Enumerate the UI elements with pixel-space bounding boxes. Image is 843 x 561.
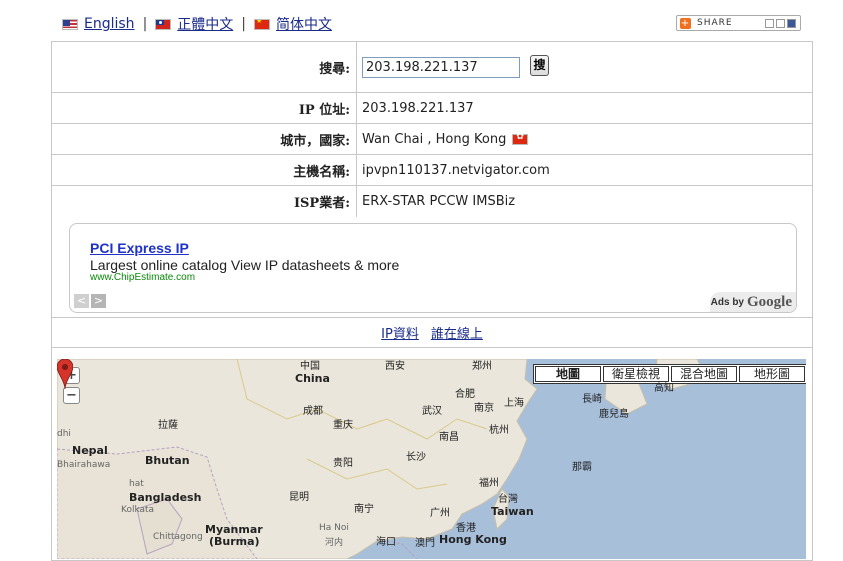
us-flag-icon	[62, 18, 78, 30]
map-label: 福州	[479, 478, 499, 489]
hk-flag-icon	[512, 132, 529, 145]
map-label: 昆明	[289, 492, 309, 503]
map-label: 澳門	[415, 538, 435, 549]
city-value: Wan Chai , Hong Kong	[362, 131, 507, 147]
map-label: Chittagong	[153, 532, 203, 542]
map-label: 海口	[376, 537, 396, 548]
lang-separator: |	[142, 16, 148, 32]
links-row: IP資料 誰在線上	[52, 317, 812, 348]
lang-english-link[interactable]: English	[62, 16, 135, 32]
lang-separator: |	[241, 16, 246, 32]
map-label: 长沙	[406, 452, 426, 463]
ad-text: Largest online catalog View IP datasheet…	[90, 257, 400, 273]
share-service-icons	[765, 18, 796, 28]
digg-icon	[776, 18, 785, 28]
ads-by-google[interactable]: Ads by Google	[710, 292, 796, 312]
map-label: Bangladesh	[129, 491, 202, 504]
ad-title-link[interactable]: PCI Express IP	[90, 240, 189, 256]
map-label: 贵阳	[333, 458, 353, 469]
map-label: Taiwan	[491, 505, 534, 518]
cn-flag-icon	[254, 18, 270, 30]
isp-label: ISP業者:	[52, 186, 357, 217]
map-label: 成都	[303, 406, 323, 417]
map-label: 广州	[430, 508, 450, 519]
map-type-map[interactable]: 地圖	[535, 366, 601, 382]
map-label: 南昌	[439, 432, 459, 443]
map-label: 高知	[654, 383, 674, 394]
map-label: Hong Kong	[439, 533, 507, 546]
map-label: 重庆	[333, 420, 353, 431]
share-plus-icon: +	[680, 17, 691, 29]
map-type-hybrid[interactable]: 混合地圖	[671, 366, 737, 382]
map[interactable]: + − 地圖 衛星檢視 混合地圖 地形圖 中国 China 西安 郑州 合肥 南…	[57, 359, 806, 559]
ad-box: PCI Express IP Largest online catalog Vi…	[69, 223, 797, 313]
lang-simplified-label: 简体中文	[276, 17, 332, 33]
map-label: Kolkata	[121, 505, 155, 515]
ad-prev-button[interactable]: <	[74, 294, 89, 308]
map-label: 拉薩	[158, 420, 178, 431]
isp-value: ERX-STAR PCCW IMSBiz	[362, 194, 516, 209]
map-label: 上海	[504, 398, 524, 409]
map-label: 南京	[474, 403, 494, 414]
map-label: Nepal	[72, 444, 108, 457]
map-label: 鹿兒島	[599, 409, 629, 420]
map-label: 香港	[456, 523, 476, 534]
map-type-terrain[interactable]: 地形圖	[739, 366, 805, 382]
map-label: (Burma)	[209, 535, 260, 548]
host-label: 主機名稱:	[52, 155, 357, 185]
ip-label: IP 位址:	[52, 93, 357, 123]
map-label: dhi	[57, 429, 71, 439]
who-online-link[interactable]: 誰在線上	[431, 323, 483, 342]
city-label: 城市，國家:	[52, 124, 357, 154]
ad-next-button[interactable]: >	[91, 294, 106, 308]
search-row: 搜尋: 搜	[52, 42, 812, 93]
map-label: 合肥	[455, 389, 475, 400]
tw-flag-icon	[155, 18, 172, 30]
share-label: SHARE	[697, 18, 733, 28]
search-input[interactable]	[362, 56, 520, 78]
lang-traditional-link[interactable]: 正體中文	[155, 14, 233, 34]
share-button[interactable]: + SHARE	[676, 15, 801, 31]
city-row: 城市，國家: Wan Chai , Hong Kong	[52, 124, 812, 155]
lang-english-label: English	[84, 16, 135, 32]
map-label: 郑州	[472, 361, 492, 372]
map-label: Ha Noi	[319, 523, 349, 533]
map-label: 河内	[325, 538, 344, 548]
lang-simplified-link[interactable]: 简体中文	[254, 14, 332, 34]
map-marker-icon[interactable]	[57, 359, 73, 389]
map-label: Bhairahawa	[57, 460, 111, 470]
language-bar: English | 正體中文 | 简体中文	[62, 13, 332, 35]
ad-url[interactable]: www.ChipEstimate.com	[90, 272, 195, 283]
ip-value: 203.198.221.137	[362, 100, 474, 116]
map-label: 杭州	[489, 425, 509, 436]
search-button[interactable]: 搜	[530, 54, 549, 76]
ip-row: IP 位址: 203.198.221.137	[52, 93, 812, 124]
google-logo: Google	[747, 293, 792, 310]
map-label: Bhutan	[145, 454, 190, 467]
host-row: 主機名稱: ipvpn110137.netvigator.com	[52, 155, 812, 186]
map-label: 南宁	[354, 504, 374, 515]
map-label: hat	[129, 479, 144, 489]
map-label: China	[295, 372, 330, 385]
delicious-icon	[765, 18, 774, 28]
host-value: ipvpn110137.netvigator.com	[362, 162, 550, 178]
ads-by-label: Ads by	[710, 296, 744, 308]
map-label: 那霸	[572, 462, 592, 473]
map-label: 西安	[385, 361, 405, 372]
ip-data-link[interactable]: IP資料	[381, 323, 419, 342]
search-label: 搜尋:	[52, 42, 357, 92]
facebook-icon	[787, 18, 796, 28]
lang-traditional-label: 正體中文	[177, 17, 234, 33]
map-label: 武汉	[422, 406, 442, 417]
ip-lookup-panel: 搜尋: 搜 IP 位址: 203.198.221.137 城市，國家: Wan …	[51, 41, 813, 561]
map-label: 台灣	[498, 494, 518, 505]
map-label: 長崎	[582, 394, 602, 405]
map-label: 中国	[300, 361, 320, 372]
isp-row: ISP業者: ERX-STAR PCCW IMSBiz	[52, 186, 812, 217]
ad-nav: < >	[74, 294, 106, 308]
zoom-out-button[interactable]: −	[63, 387, 80, 404]
